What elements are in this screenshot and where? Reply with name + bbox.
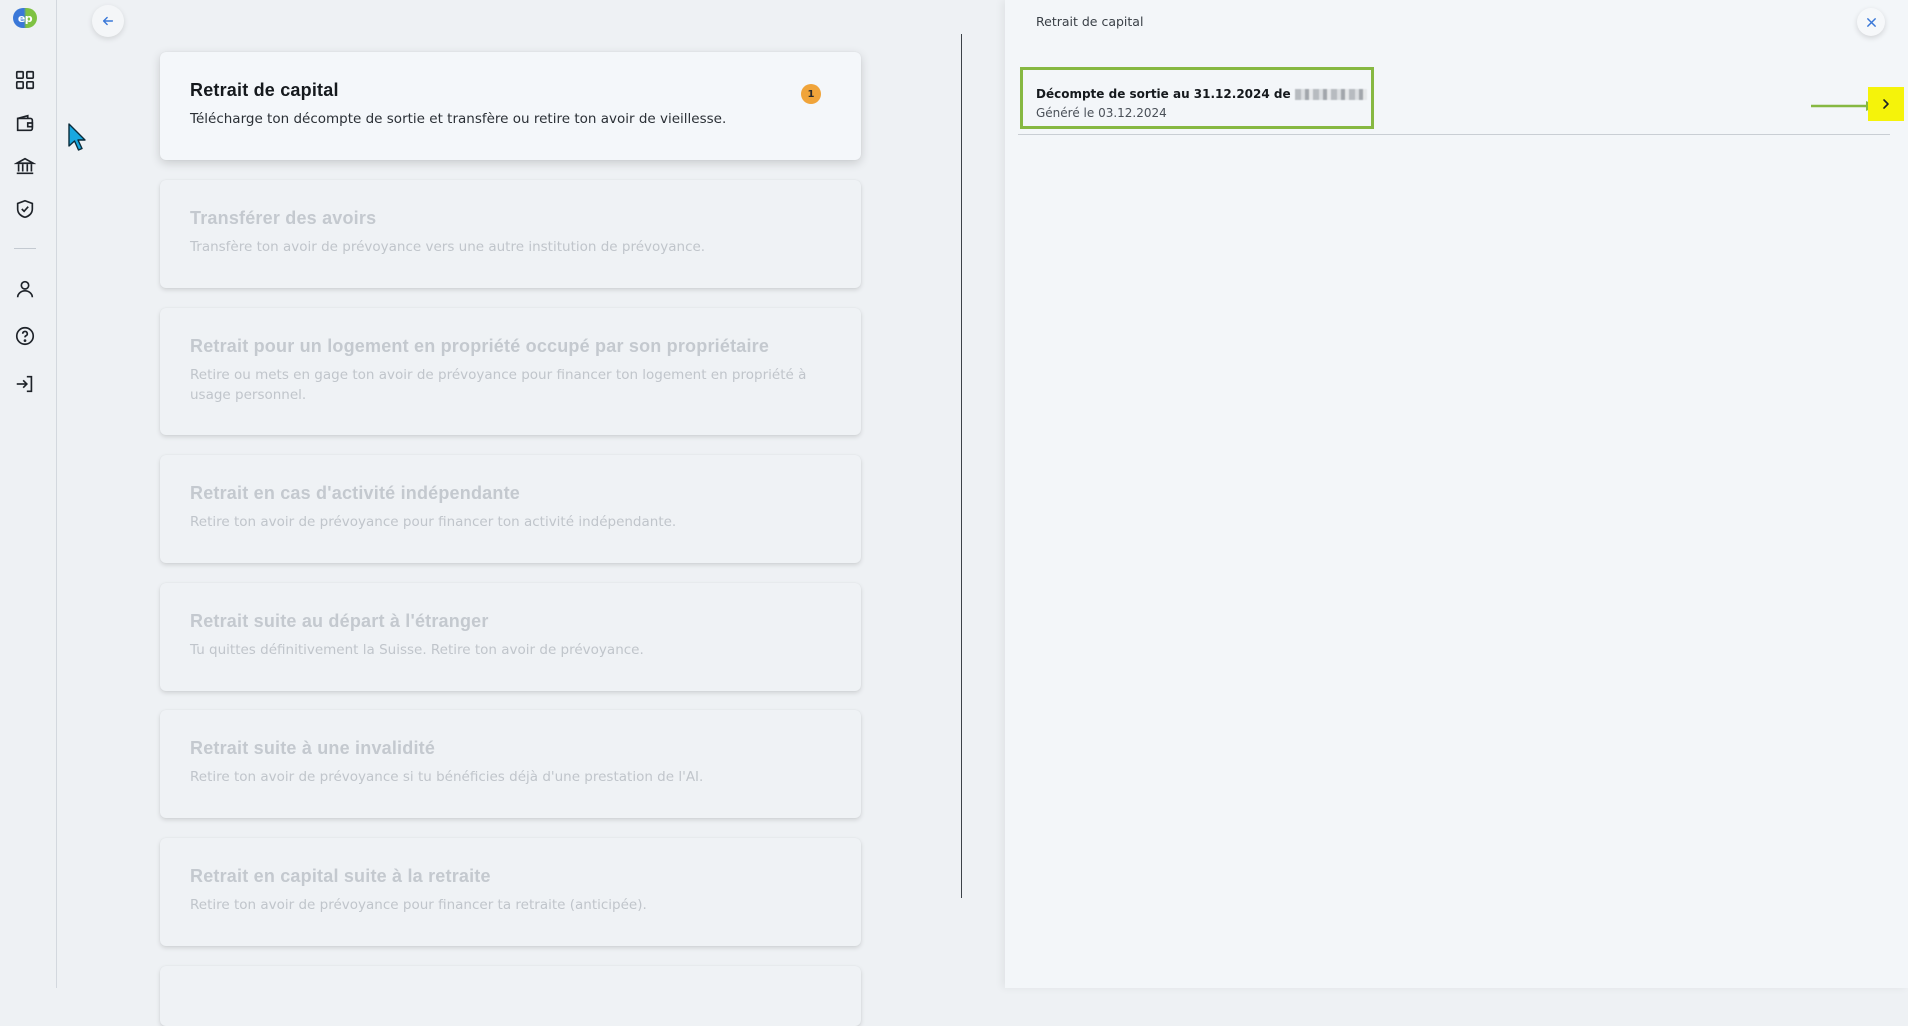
back-button[interactable] xyxy=(92,5,124,37)
option-card-transfer-assets[interactable]: Transférer des avoirs Transfère ton avoi… xyxy=(160,180,861,288)
card-title: Retrait suite à une invalidité xyxy=(190,738,436,758)
card-title: Retrait en cas d'activité indépendante xyxy=(190,483,520,503)
card-description: Transfère ton avoir de prévoyance vers u… xyxy=(190,239,706,255)
document-title: Décompte de sortie au 31.12.2024 de xyxy=(1036,87,1367,101)
option-card-home-ownership[interactable]: Retrait pour un logement en propriété oc… xyxy=(160,308,861,435)
user-icon[interactable] xyxy=(13,277,37,301)
option-card-disability[interactable]: Retrait suite à une invalidité Retire to… xyxy=(160,710,861,818)
chevron-right-icon xyxy=(1883,99,1889,109)
document-row[interactable]: Décompte de sortie au 31.12.2024 de Géné… xyxy=(1018,67,1904,135)
option-card-self-employment[interactable]: Retrait en cas d'activité indépendante R… xyxy=(160,455,861,563)
card-description: Retire ton avoir de prévoyance pour fina… xyxy=(190,514,677,530)
logout-icon[interactable] xyxy=(13,372,37,396)
close-icon xyxy=(1866,17,1876,27)
option-card-capital-withdrawal[interactable]: Retrait de capital Télécharge ton décomp… xyxy=(160,52,861,160)
close-panel-button[interactable] xyxy=(1857,8,1885,36)
option-card-partial[interactable] xyxy=(160,966,861,1026)
panel-title: Retrait de capital xyxy=(1036,14,1144,29)
detail-panel: Retrait de capital Décompte de sortie au… xyxy=(1005,0,1908,988)
card-title: Retrait suite au départ à l'étranger xyxy=(190,611,489,631)
column-divider xyxy=(961,34,962,898)
shield-check-icon[interactable] xyxy=(13,197,37,221)
redacted-name xyxy=(1294,89,1367,100)
rail-divider xyxy=(14,248,36,249)
notification-badge: 1 xyxy=(801,84,821,104)
app-logo[interactable]: ep xyxy=(13,8,37,28)
card-description: Retire ton avoir de prévoyance pour fina… xyxy=(190,897,647,913)
wallet-icon[interactable] xyxy=(13,111,37,135)
card-description: Retire ton avoir de prévoyance si tu bén… xyxy=(190,769,704,785)
card-title: Retrait de capital xyxy=(190,80,339,100)
card-description: Télécharge ton décompte de sortie et tra… xyxy=(190,111,727,127)
option-card-leaving-abroad[interactable]: Retrait suite au départ à l'étranger Tu … xyxy=(160,583,861,691)
bank-icon[interactable] xyxy=(13,154,37,178)
arrow-left-icon xyxy=(102,16,114,26)
card-title: Transférer des avoirs xyxy=(190,208,377,228)
dashboard-icon[interactable] xyxy=(13,68,37,92)
card-description: Retire ou mets en gage ton avoir de prév… xyxy=(190,367,807,403)
document-title-text: Décompte de sortie au 31.12.2024 de xyxy=(1036,87,1291,101)
document-date: Généré le 03.12.2024 xyxy=(1036,106,1167,120)
mouse-cursor-icon xyxy=(67,122,89,152)
card-title: Retrait pour un logement en propriété oc… xyxy=(190,336,770,356)
card-description: Tu quittes définitivement la Suisse. Ret… xyxy=(190,642,644,658)
icon-rail: ep xyxy=(0,0,57,988)
help-icon[interactable] xyxy=(13,324,37,348)
option-card-retirement[interactable]: Retrait en capital suite à la retraite R… xyxy=(160,838,861,946)
card-title: Retrait en capital suite à la retraite xyxy=(190,866,491,886)
open-document-button[interactable] xyxy=(1868,87,1904,121)
